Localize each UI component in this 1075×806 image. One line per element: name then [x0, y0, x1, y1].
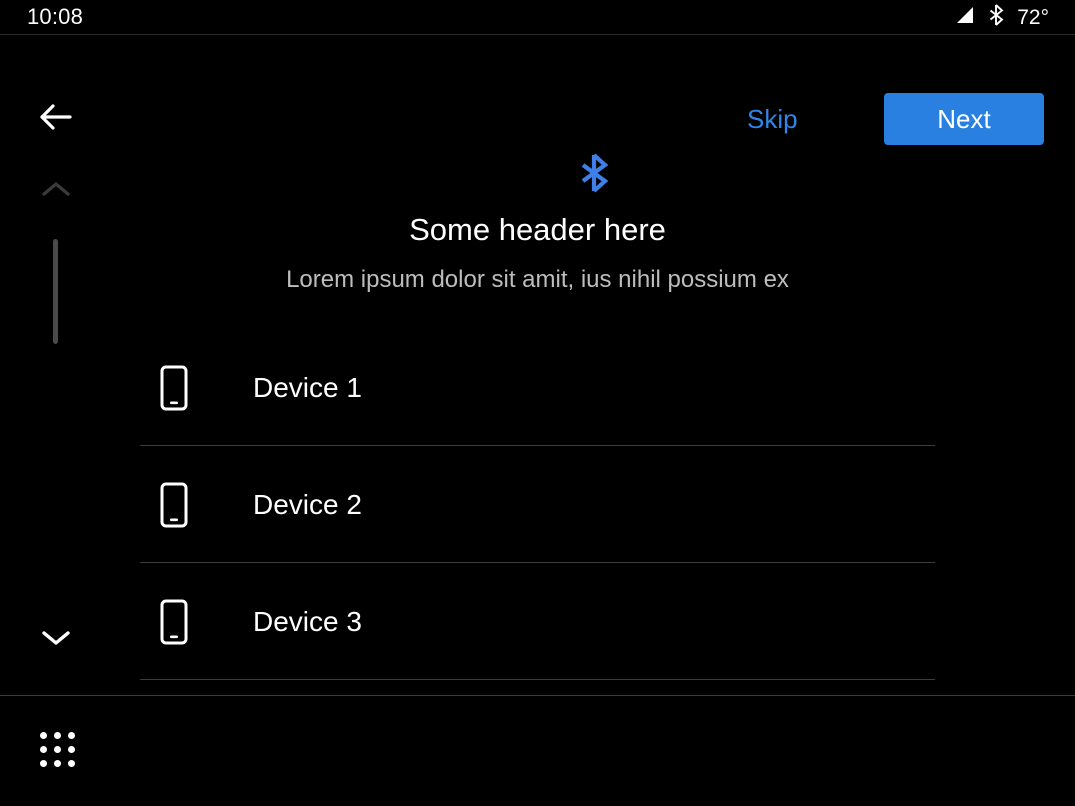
- bluetooth-icon: [576, 153, 612, 193]
- scroll-down-button[interactable]: [31, 615, 81, 665]
- chevron-down-icon: [41, 629, 71, 652]
- scrollbar-thumb[interactable]: [53, 239, 58, 344]
- apps-grid-icon: [39, 731, 75, 767]
- device-list-item[interactable]: Device 1: [140, 329, 963, 446]
- cellular-signal-icon: [953, 6, 975, 29]
- status-bar: 10:08 72°: [0, 0, 1075, 35]
- scroll-rail: [0, 133, 112, 695]
- device-list: Device 1 Device 2 Device 3: [140, 329, 963, 680]
- smartphone-icon: [140, 482, 208, 528]
- device-label: Device 2: [253, 488, 362, 520]
- status-clock: 10:08: [27, 4, 84, 29]
- device-list-item[interactable]: Device 2: [140, 446, 963, 563]
- device-label: Device 3: [253, 605, 362, 637]
- bluetooth-status-icon: [988, 3, 1004, 31]
- status-temperature: 72°: [1017, 5, 1049, 29]
- scrollbar-track[interactable]: [53, 239, 58, 499]
- smartphone-icon: [140, 599, 208, 645]
- chevron-up-icon: [41, 180, 71, 203]
- app-drawer-button[interactable]: [33, 725, 81, 773]
- main-content: Some header here Lorem ipsum dolor sit a…: [112, 133, 1075, 695]
- car-head-unit-screen: 10:08 72° Skip Next Some header here Lor…: [0, 0, 1075, 806]
- device-list-item[interactable]: Device 3: [140, 563, 963, 680]
- back-arrow-icon: [39, 102, 73, 137]
- page-title: Some header here: [409, 212, 666, 247]
- scroll-up-button[interactable]: [31, 166, 81, 216]
- status-bar-right-group: 72°: [953, 3, 1049, 31]
- device-label: Device 1: [253, 371, 362, 403]
- bottom-bar: [0, 695, 1075, 806]
- page-subtitle: Lorem ipsum dolor sit amit, ius nihil po…: [286, 266, 789, 293]
- top-navigation-bar: Skip Next: [0, 35, 1075, 145]
- smartphone-icon: [140, 365, 208, 411]
